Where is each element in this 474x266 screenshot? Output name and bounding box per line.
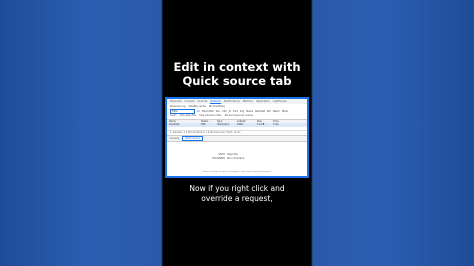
devtools-screenshot: Elements Console Sources Network Perform… (165, 97, 309, 178)
hide-extension-urls-checkbox[interactable]: Hide extension URLs (199, 114, 222, 118)
caption-line-1: Now if you right click and (189, 184, 285, 193)
row-time: 3 ms (273, 123, 279, 126)
quick-source-shortcuts: Ctrl P Open file Ctrl Shift P Run comman… (211, 153, 271, 161)
invert-checkbox[interactable]: Invert (170, 114, 176, 118)
drawer-tab-console[interactable]: Console (170, 136, 179, 141)
row-initiator: Other (237, 123, 244, 126)
blocked-cookies-checkbox[interactable]: Blocked response cookies (225, 114, 253, 118)
shortcut-run-command: Ctrl Shift P Run command (211, 157, 271, 161)
drawer-tab-quick-source[interactable]: Quick source (182, 135, 203, 142)
drawer-tabbar: Console Quick source (167, 135, 307, 142)
overlay-caption: Now if you right click and override a re… (163, 184, 311, 204)
row-size: 1.0 kB (257, 123, 265, 126)
row-type: document (217, 123, 229, 126)
filter-options: Invert Hide data URLs Hide extension URL… (167, 114, 307, 118)
workspace-hint: Drop in a folder to add to workspace. Le… (202, 171, 272, 173)
overlay-title: Edit in context with Quick source tab (163, 60, 311, 88)
table-row[interactable]: localhost 200 document Other 1.0 kB 3 ms (167, 123, 307, 127)
hide-data-urls-checkbox[interactable]: Hide data URLs (179, 114, 196, 118)
row-status: 200 (201, 123, 206, 126)
shortcut-label: Run command (227, 157, 245, 160)
title-line-1: Edit in context with (173, 60, 301, 74)
shortcut-keys: Ctrl Shift P (212, 157, 225, 160)
title-line-2: Quick source tab (182, 74, 292, 88)
row-name: localhost (169, 123, 180, 126)
caption-line-2: override a request, (201, 194, 273, 203)
